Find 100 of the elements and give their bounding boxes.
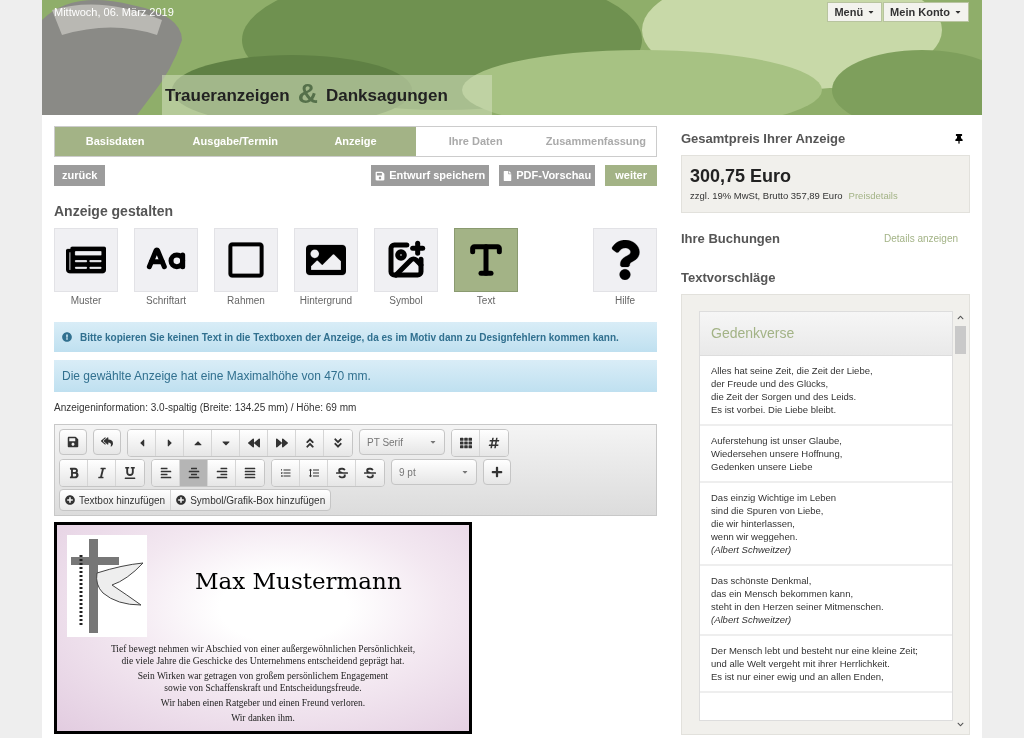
verse-item[interactable]: Das schönste Denkmal, das ein Mensch bekommen kann, steht in den Herzen seiner Mitmenschen. (Albert Schweitzer) — [700, 565, 953, 636]
plus-icon — [491, 466, 503, 478]
next-button[interactable]: weiter — [605, 165, 657, 186]
tool-label: Text — [476, 294, 496, 308]
save-icon — [375, 170, 386, 181]
toolbar-button[interactable] — [240, 430, 268, 456]
align-left-icon — [159, 467, 172, 479]
double-down-icon — [332, 437, 344, 449]
toolbar-button[interactable] — [480, 430, 508, 456]
toolbar-button[interactable] — [356, 460, 384, 486]
toolbar-button[interactable] — [60, 460, 88, 486]
details-link[interactable]: Details anzeigen — [884, 230, 958, 246]
price-text: 300,75 Euro — [690, 165, 793, 186]
toolbar-button[interactable] — [296, 430, 324, 456]
scroll-up-icon[interactable] — [956, 313, 964, 321]
toolbar-button[interactable] — [93, 429, 121, 455]
double-up-icon — [303, 437, 316, 449]
info-text: Die gewählte Anzeige hat eine Maximalhöhe von 470 mm. — [62, 368, 371, 385]
step-tab[interactable]: Basisdaten — [55, 127, 176, 156]
file-icon — [503, 170, 513, 181]
warning-text: Bitte kopieren Sie keinen Text in die Textboxen der Anzeige, da es im Motiv dann zu Designfehlern kommen kann. — [80, 330, 619, 345]
photos-plus-icon — [386, 240, 426, 280]
forward-icon — [275, 437, 288, 449]
caret-icon — [867, 8, 876, 16]
add-textbox-button[interactable]: Textbox hinzufügen — [60, 490, 172, 510]
price-heading: Gesamtpreis Ihrer Anzeige — [681, 130, 846, 148]
grid-icon — [459, 437, 472, 449]
verse-author: (Albert Schweitzer) — [711, 612, 793, 626]
frame-icon — [226, 240, 266, 280]
ad-info-text: Anzeigeninformation: 3.0-spaltig (Breite: 134.25 mm) / Höhe: 69 mm — [54, 401, 358, 415]
section-heading: Anzeige gestalten — [54, 202, 175, 221]
toolbar-button[interactable] — [88, 460, 116, 486]
toolbar-button[interactable] — [452, 430, 480, 456]
save-icon — [67, 436, 79, 448]
line-spacing-icon — [307, 467, 320, 479]
verse-text: Das schönste Denkmal, das ein Mensch bekommen kann, steht in den Herzen seiner Mitmenschen. — [711, 573, 885, 613]
ampersand-text: & — [297, 80, 318, 108]
strikethrough-icon — [364, 467, 376, 479]
step-tab[interactable]: Anzeige — [295, 127, 416, 156]
tool-label: Schriftart — [146, 294, 186, 308]
ad-paragraph: Tief bewegt nehmen wir Abschied von einer außergewöhnlichen Persönlichkeit, die viele Jahre die Geschicke des Unternehmens entscheidend geprägt hat. — [110, 643, 416, 667]
menu-button[interactable]: Menü — [827, 2, 883, 22]
hashtag-icon — [488, 437, 500, 449]
verse-item[interactable]: Das einzig Wichtige im Leben sind die Spuren von Liebe, die wir hinterlassen, wenn wir weggehen. (Albert Schweitzer) — [700, 482, 953, 566]
verse-item[interactable]: Auferstehung ist unser Glaube, Wiedersehen unsere Hoffnung, Gedenken unsere Liebe — [700, 425, 953, 483]
tool-label: Symbol — [389, 294, 423, 308]
size-select[interactable]: 9 pt — [391, 459, 477, 485]
ad-paragraph: Wir haben einen Ratgeber und einen Freund verloren. — [160, 697, 366, 709]
menu-button[interactable]: Mein Konto — [883, 2, 969, 22]
numbered-list-icon — [279, 467, 292, 479]
exclamation-icon — [62, 332, 72, 342]
undo-icon — [101, 436, 113, 448]
bold-icon — [67, 467, 80, 479]
toolbar-button[interactable] — [324, 430, 352, 456]
toolbar-button[interactable] — [116, 460, 144, 486]
design-tool-button[interactable] — [454, 228, 518, 292]
verse-item[interactable]: Alles hat seine Zeit, die Zeit der Liebe, der Freude und des Glücks, die Zeit der Sorgen und des Leids. Es ist vorbei. Die Liebe bleibt. — [700, 355, 953, 426]
date-text: Mittwoch, 06. März 2019 — [54, 5, 174, 20]
font-select[interactable]: PT Serif — [359, 429, 445, 455]
suggestions-heading: Textvorschläge — [681, 269, 777, 287]
pin-icon[interactable] — [954, 133, 964, 144]
verse-item[interactable]: Der Mensch lebt und besteht nur eine kleine Zeit; und alle Welt vergeht mit ihrer Herrlichkeit. Es ist nur einer ewig und an allen Enden, — [700, 635, 953, 693]
scroll-down-icon[interactable] — [956, 720, 964, 728]
save-draft-button[interactable]: Entwurf speichern — [371, 165, 490, 186]
ad-paragraph: Wir danken ihm. — [231, 712, 295, 724]
backward-icon — [247, 437, 260, 449]
verse-text: Auferstehung ist unser Glaube, Wiedersehen unsere Hoffnung, Gedenken unsere Liebe — [711, 433, 844, 473]
category-title: Gedenkverse — [711, 323, 795, 343]
align-center-icon — [187, 467, 200, 479]
toolbar-button[interactable] — [268, 430, 296, 456]
caret-icon — [429, 438, 437, 446]
verse-text: Der Mensch lebt und besteht nur eine kleine Zeit; und alle Welt vergeht mit ihrer Herrlichkeit. Es ist nur einer ewig und an allen Enden, — [711, 643, 919, 683]
tool-label: Hilfe — [615, 294, 635, 308]
strikethrough-icon — [335, 467, 348, 479]
toolbar-button[interactable] — [328, 460, 356, 486]
deceased-name: Max Mustermann — [195, 566, 402, 596]
align-right-icon — [215, 467, 228, 479]
verse-author: (Albert Schweitzer) — [711, 542, 793, 556]
add-symbol-button[interactable]: Symbol/Grafik-Box hinzufügen — [171, 490, 331, 510]
toolbar-button[interactable] — [236, 460, 264, 486]
scrollbar-thumb[interactable] — [954, 325, 966, 354]
align-justify-icon — [244, 467, 256, 479]
site-title: Traueranzeigen — [165, 84, 290, 107]
underline-icon — [124, 467, 136, 479]
pdf-preview-button[interactable]: PDF-Vorschau — [499, 165, 596, 186]
tool-label: Hintergrund — [299, 294, 353, 308]
tool-label: Rahmen — [227, 294, 265, 308]
caret-icon — [461, 468, 469, 476]
toolbar-button[interactable] — [180, 460, 208, 486]
ad-paragraph: Sein Wirken war getragen von großem persönlichem Engagement sowie von Schaffenskraft und Entscheidungsfreude. — [137, 670, 389, 694]
toolbar-button[interactable] — [208, 460, 236, 486]
step-tab[interactable]: Ausgabe/Termin — [175, 127, 296, 156]
toolbar-button[interactable] — [152, 460, 180, 486]
site-title: Danksagungen — [325, 84, 448, 107]
bookings-heading: Ihre Buchungen — [681, 229, 780, 248]
tax-text: zzgl. 19% MwSt, Brutto 357,89 Euro — [690, 188, 843, 203]
tool-label: Muster — [70, 294, 102, 308]
toolbar-button[interactable] — [59, 429, 87, 455]
toolbar-button[interactable] — [483, 459, 511, 485]
back-button[interactable]: zurück — [54, 165, 106, 186]
